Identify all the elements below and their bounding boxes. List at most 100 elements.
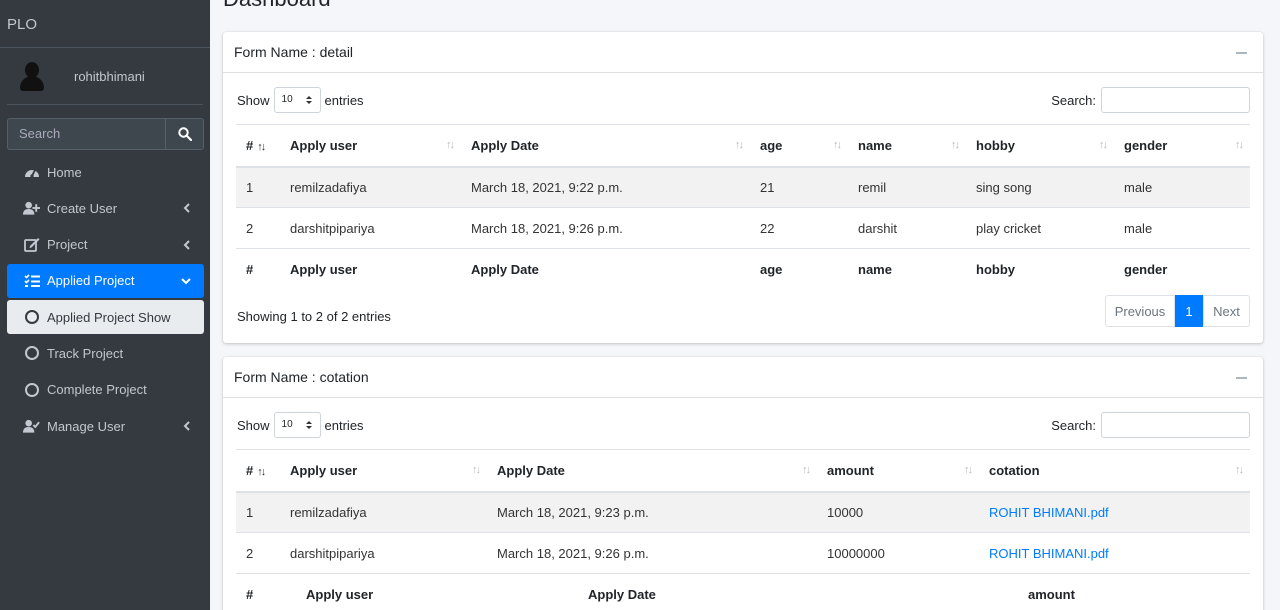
entries-length: Show 10 entries: [237, 412, 364, 438]
search-icon: [177, 127, 192, 141]
search-label: Search:: [1051, 92, 1096, 108]
cell-index: 1: [236, 491, 280, 533]
pagination-page-1[interactable]: 1: [1175, 295, 1203, 327]
sort-icon: ↑↓: [1099, 139, 1108, 151]
cell-apply-user: darshitpipariya: [280, 207, 461, 249]
collapse-icon[interactable]: [1236, 52, 1247, 54]
user-panel[interactable]: rohitbhimani: [7, 48, 203, 105]
table-search-input[interactable]: [1101, 412, 1250, 438]
collapse-icon[interactable]: [1236, 377, 1247, 379]
footer-apply-date: Apply Date: [461, 248, 750, 291]
table-header-row: # ↑↓ Apply user ↑↓ Apply Date ↑↓ age ↑↓ name…: [236, 124, 1250, 168]
chevron-left-icon: [183, 203, 190, 214]
cell-hobby: sing song: [966, 166, 1114, 208]
card-title: Form Name : cotation: [234, 369, 369, 385]
footer-hobby: hobby: [966, 248, 1114, 291]
col-header-index[interactable]: # ↑↓: [236, 449, 280, 493]
sort-icon: ↑↓: [735, 139, 744, 151]
cell-name: darshit: [848, 207, 966, 249]
search-button[interactable]: [165, 118, 204, 150]
sidebar-item-manage-user[interactable]: Manage User: [7, 409, 204, 443]
edit-icon: [23, 237, 40, 253]
sidebar-item-track-project[interactable]: Track Project: [7, 336, 204, 370]
show-label: Show: [237, 92, 270, 108]
circle-icon: [23, 309, 40, 325]
cell-apply-user: remilzadafiya: [280, 166, 461, 208]
cell-index: 1: [236, 166, 280, 208]
sort-icon: ↑↓: [1235, 139, 1244, 151]
sidebar-item-label: Manage User: [47, 418, 126, 434]
entries-select-value: 10: [281, 94, 293, 105]
col-header-apply-user[interactable]: Apply user ↑↓: [280, 449, 487, 493]
search-label: Search:: [1051, 417, 1096, 433]
dashboard-icon: [23, 164, 40, 180]
cell-index: 2: [236, 207, 280, 249]
circle-icon: [23, 382, 40, 398]
cell-amount: 10000000: [817, 532, 979, 574]
brand-logo[interactable]: PLO: [0, 0, 210, 48]
sort-icon: ↑↓: [833, 139, 842, 151]
cell-cotation: ROHIT BHIMANI.pdf: [979, 532, 1250, 574]
chevron-left-icon: [183, 239, 190, 250]
cell-apply-date: March 18, 2021, 9:26 p.m.: [487, 532, 817, 574]
table-row: 2 darshitpipariya March 18, 2021, 9:26 p…: [236, 532, 1250, 574]
sidebar-item-label: Project: [47, 237, 88, 253]
table-row: 1 remilzadafiya March 18, 2021, 9:23 p.m…: [236, 491, 1250, 533]
page-title: Dashboard: [223, 0, 331, 12]
col-header-apply-date[interactable]: Apply Date ↑↓: [461, 124, 750, 168]
data-table-cotation: # ↑↓ Apply user ↑↓ Apply Date ↑↓ amount ↑↓ c…: [236, 449, 1250, 610]
sidebar-item-label: Home: [47, 164, 82, 180]
col-header-hobby[interactable]: hobby ↑↓: [966, 124, 1114, 168]
sidebar-nav: Home Create User Project Applied Project…: [7, 155, 204, 445]
cotation-file-link[interactable]: ROHIT BHIMANI.pdf: [989, 546, 1109, 561]
sort-icon: ↑↓: [802, 464, 811, 476]
col-header-index[interactable]: # ↑↓: [236, 124, 280, 168]
table-header-row: # ↑↓ Apply user ↑↓ Apply Date ↑↓ amount ↑↓ c…: [236, 449, 1250, 493]
sidebar-item-complete-project[interactable]: Complete Project: [7, 373, 204, 407]
sidebar-item-label: Complete Project: [47, 382, 147, 398]
col-header-apply-date[interactable]: Apply Date ↑↓: [487, 449, 817, 493]
cell-amount: 10000: [817, 491, 979, 533]
col-header-name[interactable]: name ↑↓: [848, 124, 966, 168]
cell-hobby: play cricket: [966, 207, 1114, 249]
col-header-gender[interactable]: gender ↑↓: [1114, 124, 1250, 168]
sidebar-item-applied-project-show[interactable]: Applied Project Show: [7, 300, 204, 335]
table-footer-row: # Apply user Apply Date amount: [236, 573, 1250, 610]
sort-asc-icon: ↑↓: [257, 140, 266, 153]
sidebar-item-home[interactable]: Home: [7, 155, 204, 189]
sort-asc-icon: ↑↓: [257, 465, 266, 478]
footer-age: age: [750, 248, 848, 291]
footer-apply-user: Apply user: [280, 248, 461, 291]
cell-name: remil: [848, 166, 966, 208]
table-filter: Search:: [1051, 87, 1250, 113]
chevron-down-icon: [181, 278, 191, 285]
pagination-previous[interactable]: Previous: [1105, 295, 1175, 327]
user-plus-icon: [23, 200, 40, 216]
col-header-apply-user[interactable]: Apply user ↑↓: [280, 124, 461, 168]
sidebar-item-project[interactable]: Project: [7, 228, 204, 262]
footer-gender: gender: [1114, 248, 1250, 291]
card-header: Form Name : cotation: [223, 357, 1263, 398]
sidebar-item-label: Create User: [47, 200, 118, 216]
col-header-age[interactable]: age ↑↓: [750, 124, 848, 168]
sidebar-item-applied-project[interactable]: Applied Project: [7, 263, 204, 298]
cell-cotation: ROHIT BHIMANI.pdf: [979, 491, 1250, 533]
footer-apply-user: Apply user: [280, 573, 487, 610]
col-header-amount[interactable]: amount ↑↓: [817, 449, 979, 493]
cell-apply-user: darshitpipariya: [280, 532, 487, 574]
cell-age: 21: [750, 166, 848, 208]
sidebar-item-create-user[interactable]: Create User: [7, 191, 204, 225]
entries-select[interactable]: 10: [273, 87, 321, 113]
sort-icon: ↑↓: [964, 464, 973, 476]
username[interactable]: rohitbhimani: [74, 69, 145, 84]
footer-index: #: [236, 248, 280, 291]
entries-select[interactable]: 10: [273, 412, 321, 438]
search-input[interactable]: Search: [7, 118, 165, 150]
cell-gender: male: [1114, 166, 1250, 208]
footer-amount: amount: [979, 573, 1250, 610]
pagination-next[interactable]: Next: [1203, 295, 1250, 327]
cotation-file-link[interactable]: ROHIT BHIMANI.pdf: [989, 505, 1109, 520]
table-footer-row: # Apply user Apply Date age name hobby g…: [236, 248, 1250, 291]
col-header-cotation[interactable]: cotation ↑↓: [979, 449, 1250, 493]
table-search-input[interactable]: [1101, 87, 1250, 113]
